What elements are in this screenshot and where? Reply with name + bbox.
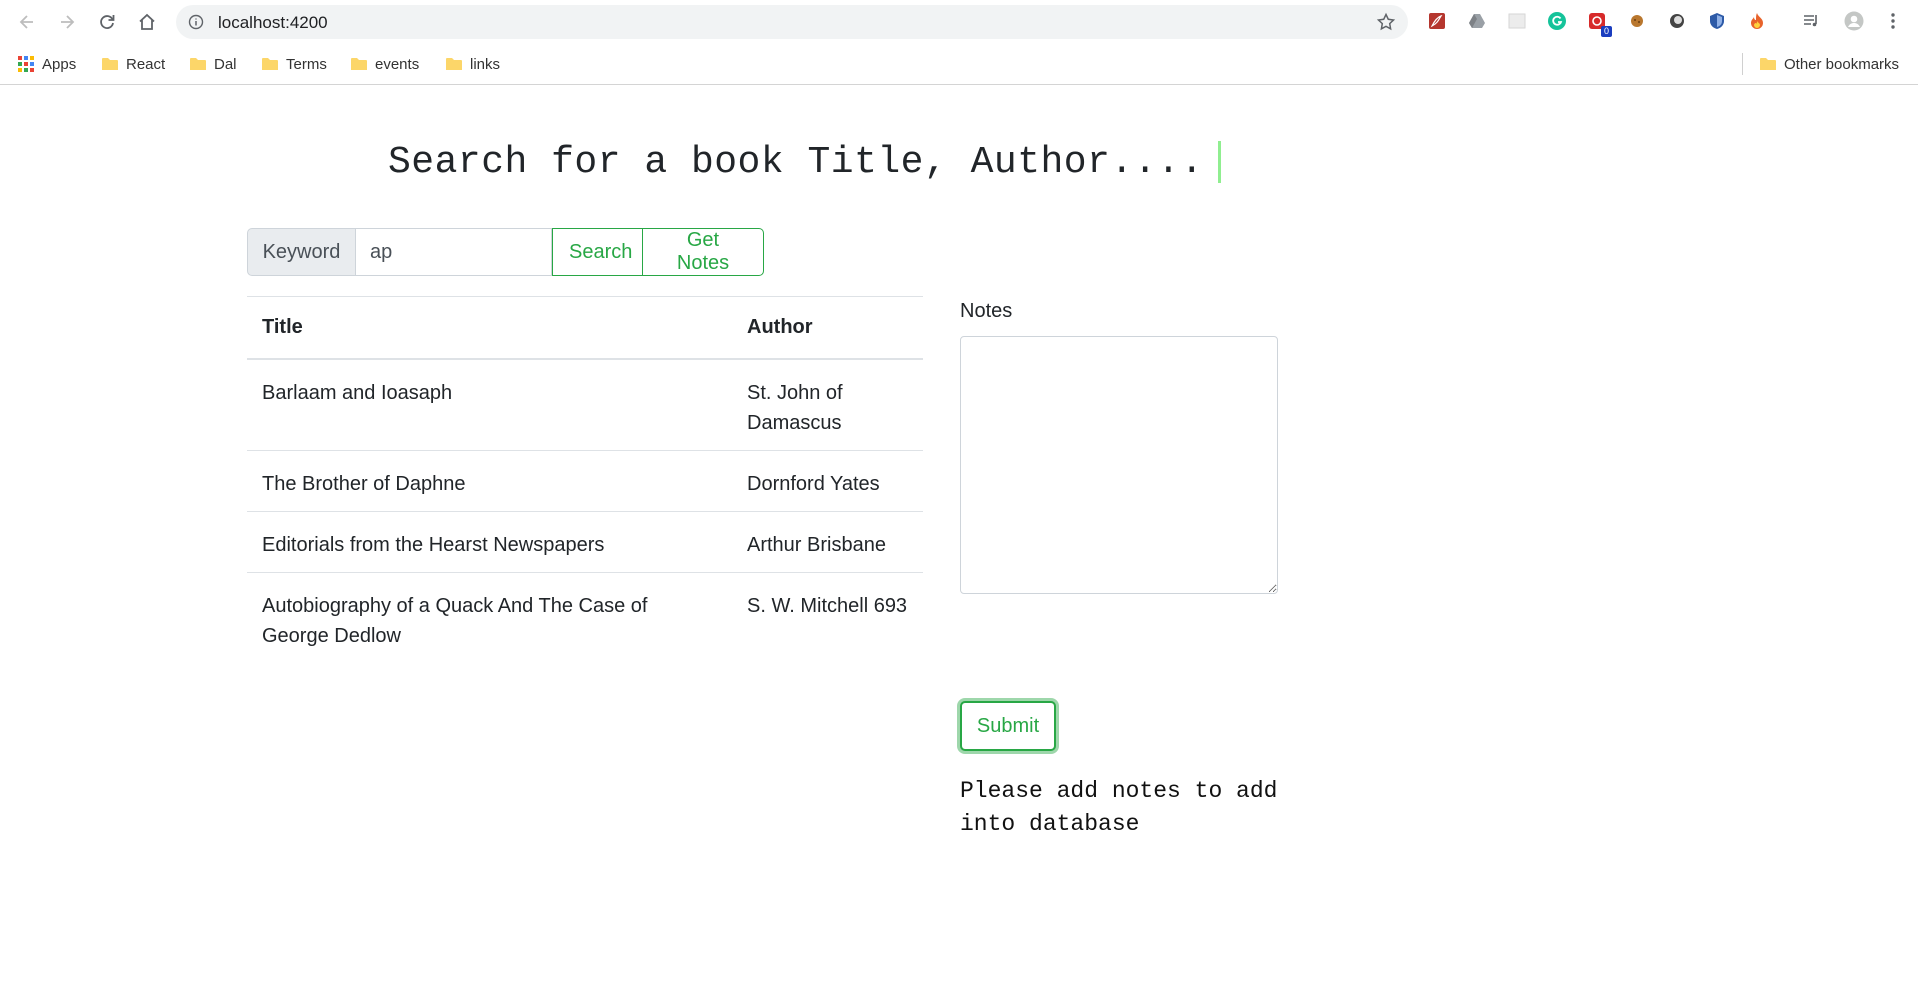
book-title-cell: Autobiography of a Quack And The Case of… <box>247 571 732 663</box>
menu-dots-icon[interactable] <box>1882 10 1904 32</box>
folder-icon <box>262 58 278 70</box>
column-header-author: Author <box>732 296 923 360</box>
folder-icon <box>190 58 206 70</box>
apps-grid-icon <box>18 56 34 72</box>
folder-icon <box>1760 58 1776 70</box>
pdf-extension-icon[interactable] <box>1426 10 1448 32</box>
bookmark-label: Terms <box>286 55 327 73</box>
book-title-cell: The Brother of Daphne <box>247 449 732 511</box>
typing-caret <box>1217 141 1221 183</box>
folder-icon <box>446 58 462 70</box>
book-author-cell: St. John of Damascus <box>732 358 923 450</box>
status-message: Please add notes to add into database <box>960 778 1278 837</box>
bookmark-terms[interactable]: Terms <box>262 53 327 75</box>
notes-label: Notes <box>960 300 1013 322</box>
page-heading: Search for a book Title, Author.... <box>388 134 1221 190</box>
folder-icon <box>351 58 367 70</box>
book-title-cell: Editorials from the Hearst Newspapers <box>247 510 732 572</box>
bookmarks-bar: Apps React Dal Terms events links Other … <box>0 44 1918 84</box>
url-text: localhost:4200 <box>218 13 328 32</box>
arrow-left-icon <box>19 15 33 29</box>
table-row[interactable]: Editorials from the Hearst Newspapers Ar… <box>247 510 923 572</box>
bookmark-react[interactable]: React <box>102 53 165 75</box>
blank-extension-icon[interactable] <box>1506 10 1528 32</box>
other-bookmarks-label: Other bookmarks <box>1784 55 1900 73</box>
bookmark-label: Apps <box>42 55 77 73</box>
page-content: Search for a book Title, Author.... Keyw… <box>0 86 1918 985</box>
heading-text: Search for a book Title, Author.... <box>388 140 1204 184</box>
bookmark-events[interactable]: events <box>351 53 419 75</box>
media-queue-icon[interactable] <box>1800 10 1822 32</box>
shield-extension-icon[interactable] <box>1706 10 1728 32</box>
grammarly-extension-icon[interactable] <box>1546 10 1568 32</box>
notes-panel: Notes Submit Please add notes to add int… <box>960 298 1280 837</box>
info-icon[interactable] <box>188 14 204 30</box>
home-button[interactable] <box>131 6 163 38</box>
fire-extension-icon[interactable] <box>1746 10 1768 32</box>
bookmark-star-icon[interactable] <box>1376 12 1396 32</box>
drive-extension-icon[interactable] <box>1466 10 1488 32</box>
notes-textarea[interactable] <box>960 336 1278 594</box>
submit-button[interactable]: Submit <box>960 701 1056 751</box>
address-bar[interactable]: localhost:4200 <box>176 5 1408 39</box>
bookmark-label: events <box>375 55 420 73</box>
browser-chrome: localhost:4200 0 Apps React Dal Terms ev… <box>0 0 1918 85</box>
reload-icon <box>100 15 115 29</box>
bookmark-label: Dal <box>214 55 237 73</box>
keyword-input[interactable] <box>356 228 552 276</box>
back-button[interactable] <box>11 6 43 38</box>
profile-avatar-icon[interactable] <box>1843 10 1865 32</box>
folder-icon <box>102 58 118 70</box>
bookmarks-divider <box>1742 53 1743 75</box>
red-extension-icon[interactable]: 0 <box>1586 10 1612 37</box>
forward-button[interactable] <box>51 6 83 38</box>
bookmark-label: React <box>126 55 166 73</box>
table-row[interactable]: Barlaam and Ioasaph St. John of Damascus <box>247 358 923 450</box>
cookie-extension-icon[interactable] <box>1626 10 1648 32</box>
books-table: Title Author Barlaam and Ioasaph St. Joh… <box>247 296 923 663</box>
search-button[interactable]: Search <box>552 228 643 276</box>
bookmark-apps[interactable]: Apps <box>18 53 76 75</box>
bookmark-label: links <box>470 55 501 73</box>
book-author-cell: Dornford Yates <box>732 449 923 511</box>
table-row[interactable]: Autobiography of a Quack And The Case of… <box>247 571 923 663</box>
book-author-cell: Arthur Brisbane <box>732 510 923 572</box>
other-bookmarks[interactable]: Other bookmarks <box>1760 53 1899 75</box>
column-header-title: Title <box>247 296 732 360</box>
extension-badge: 0 <box>1600 26 1612 37</box>
book-title-cell: Barlaam and Ioasaph <box>247 358 732 450</box>
search-input-group: Keyword Search Get Notes <box>247 228 764 276</box>
browser-toolbar: localhost:4200 0 <box>0 0 1918 44</box>
home-icon <box>139 13 155 30</box>
bookmark-dal[interactable]: Dal <box>190 53 237 75</box>
dark-circle-extension-icon[interactable] <box>1666 10 1688 32</box>
table-header-row: Title Author <box>247 296 923 360</box>
bookmark-links[interactable]: links <box>446 53 500 75</box>
reload-button[interactable] <box>91 6 123 38</box>
book-author-cell: S. W. Mitchell 693 <box>732 571 923 663</box>
table-row[interactable]: The Brother of Daphne Dornford Yates <box>247 449 923 511</box>
keyword-addon: Keyword <box>247 228 356 276</box>
arrow-right-icon <box>61 15 75 29</box>
get-notes-button[interactable]: Get Notes <box>643 228 764 276</box>
